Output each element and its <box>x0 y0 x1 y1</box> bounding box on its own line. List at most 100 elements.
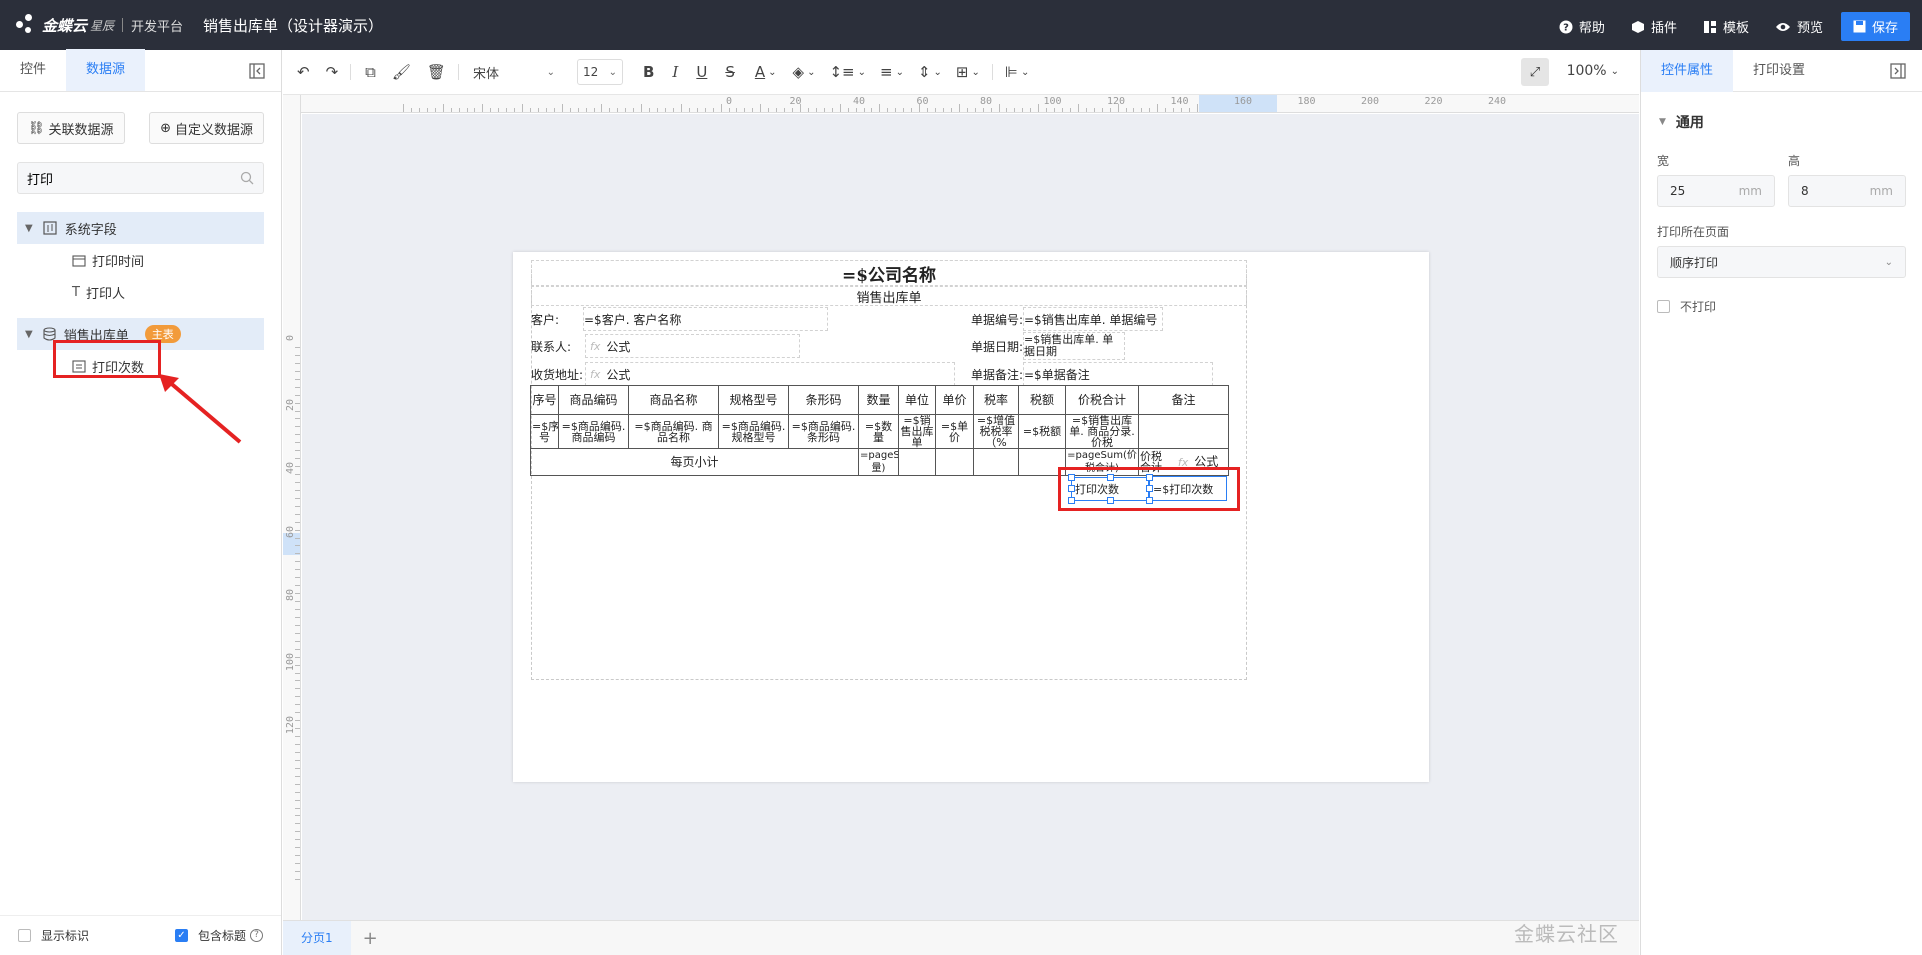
tab-control-properties[interactable]: 控件属性 <box>1641 50 1734 92</box>
tree-item-print-time[interactable]: 打印时间 <box>0 244 281 276</box>
table-cell[interactable]: =$商品编码. 规格型号 <box>718 414 789 449</box>
tab-print-settings[interactable]: 打印设置 <box>1733 50 1825 92</box>
custom-datasource-button[interactable]: ⊕ 自定义数据源 <box>149 112 264 144</box>
column-header[interactable]: 税率 <box>973 385 1019 415</box>
line-height-button[interactable]: ↕≡ ⌄ <box>829 57 866 87</box>
table-cell[interactable]: =$增值税税率（% <box>973 414 1019 449</box>
column-header[interactable]: 规格型号 <box>718 385 789 415</box>
billdate-value[interactable]: =$销售出库单. 单据日期 <box>1023 332 1125 360</box>
show-marks-checkbox[interactable]: 显示标识 <box>18 927 89 944</box>
doc-name-field[interactable]: 销售出库单 <box>531 286 1247 306</box>
plugin-button[interactable]: 插件 <box>1631 17 1677 36</box>
undo-button[interactable]: ↶ <box>297 57 310 87</box>
print-page-select[interactable]: 顺序打印 ⌄ <box>1657 246 1906 278</box>
table-cell[interactable]: =$销售出库单 <box>898 414 936 449</box>
table-cell[interactable]: =$销售出库单. 商品分录. 价税 <box>1065 414 1139 449</box>
preview-button[interactable]: 预览 <box>1775 17 1823 36</box>
font-select[interactable]: 宋体 ⌄ <box>469 57 559 87</box>
column-header[interactable]: 税额 <box>1018 385 1066 415</box>
company-name-field[interactable]: =$公司名称 <box>531 260 1247 286</box>
table-cell[interactable]: =$商品编码. 商品名称 <box>628 414 719 449</box>
checkbox-box[interactable] <box>1657 300 1670 313</box>
checkbox-checked-icon[interactable]: ✓ <box>174 929 188 942</box>
height-input[interactable]: 8 mm <box>1788 175 1906 207</box>
font-size-select[interactable]: 12 ⌄ <box>576 59 623 85</box>
customer-label[interactable]: 客户: <box>531 307 581 331</box>
search-input[interactable] <box>27 170 227 186</box>
column-header[interactable]: 单价 <box>935 385 974 415</box>
copy-button[interactable]: ⧉ <box>365 57 376 87</box>
detail-table[interactable]: 序号 商品编码 商品名称 规格型号 条形码 数量 单位 单价 税率 税额 价税合计 备注 =$序号 =$… <box>530 385 1229 476</box>
no-print-checkbox[interactable]: 不打印 <box>1657 298 1922 315</box>
caret-down-icon[interactable]: ▼ <box>1659 117 1666 127</box>
caret-down-icon[interactable]: ▼ <box>25 223 33 234</box>
vertical-align-button[interactable]: ⇕ ⌄ <box>918 57 942 87</box>
column-header[interactable]: 商品编码 <box>558 385 629 415</box>
table-cell[interactable] <box>973 448 1019 476</box>
billdate-label[interactable]: 单据日期: <box>971 334 1026 358</box>
search-icon[interactable] <box>240 171 254 185</box>
ruler-tick <box>295 387 300 388</box>
table-cell[interactable] <box>1138 414 1229 449</box>
bold-button[interactable]: B <box>643 57 654 87</box>
tree-item-printer[interactable]: T 打印人 <box>0 276 281 308</box>
table-cell[interactable]: =$商品编码. 条形码 <box>788 414 859 449</box>
delete-button[interactable]: 🗑 <box>427 57 446 87</box>
address-label-text: 收货地址: <box>531 367 584 382</box>
contact-label[interactable]: 联系人: <box>531 334 581 358</box>
caret-down-icon[interactable]: ▼ <box>25 329 33 340</box>
column-header[interactable]: 单位 <box>898 385 936 415</box>
fill-color-button[interactable]: ◈ ⌄ <box>793 57 816 87</box>
border-button[interactable]: ⊞ ⌄ <box>956 57 980 87</box>
help-button[interactable]: ? 帮助 <box>1559 17 1605 36</box>
font-color-button[interactable]: A ⌄ <box>755 57 777 87</box>
remark-value[interactable]: =$单据备注 <box>1023 362 1213 386</box>
table-cell[interactable]: =$商品编码. 商品编码 <box>558 414 629 449</box>
column-header[interactable]: 序号 <box>530 385 559 415</box>
table-cell[interactable]: =$序号 <box>530 414 559 449</box>
column-header[interactable]: 数量 <box>858 385 899 415</box>
table-cell[interactable] <box>898 448 936 476</box>
question-icon[interactable]: ? <box>250 929 263 942</box>
billno-value[interactable]: =$销售出库单. 单据编号 <box>1023 307 1163 331</box>
column-header[interactable]: 商品名称 <box>628 385 719 415</box>
format-painter-button[interactable]: 🖌 <box>392 57 411 87</box>
billno-label[interactable]: 单据编号: <box>971 307 1026 331</box>
customer-value[interactable]: =$客户. 客户名称 <box>583 307 828 331</box>
add-page-icon[interactable]: + <box>363 928 378 949</box>
collapse-panel-icon[interactable] <box>1890 63 1906 79</box>
remark-label[interactable]: 单据备注: <box>971 362 1026 386</box>
collapse-panel-icon[interactable] <box>249 63 265 79</box>
checkbox-box[interactable] <box>18 929 31 942</box>
column-header[interactable]: 备注 <box>1138 385 1229 415</box>
table-cell[interactable]: =$单价 <box>935 414 974 449</box>
tree-group-system-fields[interactable]: ▼ 系统字段 <box>17 212 264 244</box>
table-cell[interactable]: =$数量 <box>858 414 899 449</box>
tab-page-1[interactable]: 分页1 <box>283 920 351 955</box>
italic-button[interactable]: I <box>672 57 678 87</box>
column-header[interactable]: 条形码 <box>788 385 859 415</box>
subtotal-label-cell[interactable]: 每页小计 <box>530 448 859 476</box>
tab-datasource[interactable]: 数据源 <box>66 49 146 91</box>
address-value[interactable]: fx 公式 <box>585 362 955 386</box>
include-title-checkbox[interactable]: ✓ 包含标题 ? <box>174 927 263 944</box>
table-cell[interactable]: =$税额 <box>1018 414 1066 449</box>
table-cell[interactable] <box>935 448 974 476</box>
link-datasource-button[interactable]: ⛓ 关联数据源 <box>17 112 125 144</box>
redo-button[interactable]: ↷ <box>326 57 339 87</box>
column-header[interactable]: 价税合计 <box>1065 385 1139 415</box>
underline-button[interactable]: U <box>696 57 707 87</box>
contact-value[interactable]: fx 公式 <box>585 334 800 358</box>
template-button[interactable]: 模板 <box>1703 17 1749 36</box>
align-button[interactable]: ≡ ⌄ <box>880 57 904 87</box>
width-input[interactable]: 25 mm <box>1657 175 1775 207</box>
subtotal-qty-cell[interactable]: =pageSum(数量) <box>858 448 899 476</box>
address-label[interactable]: 收货地址: <box>531 362 591 386</box>
save-button[interactable]: 保存 <box>1840 12 1910 41</box>
fit-page-button[interactable]: ⤢ <box>1521 58 1549 86</box>
zoom-select[interactable]: 100% ⌄ <box>1567 63 1619 79</box>
strikethrough-button[interactable]: S <box>725 57 735 87</box>
tab-controls[interactable]: 控件 <box>0 49 66 91</box>
section-general[interactable]: ▼ 通用 <box>1659 112 1922 132</box>
layout-align-button[interactable]: ⊫ ⌄ <box>1005 57 1029 87</box>
